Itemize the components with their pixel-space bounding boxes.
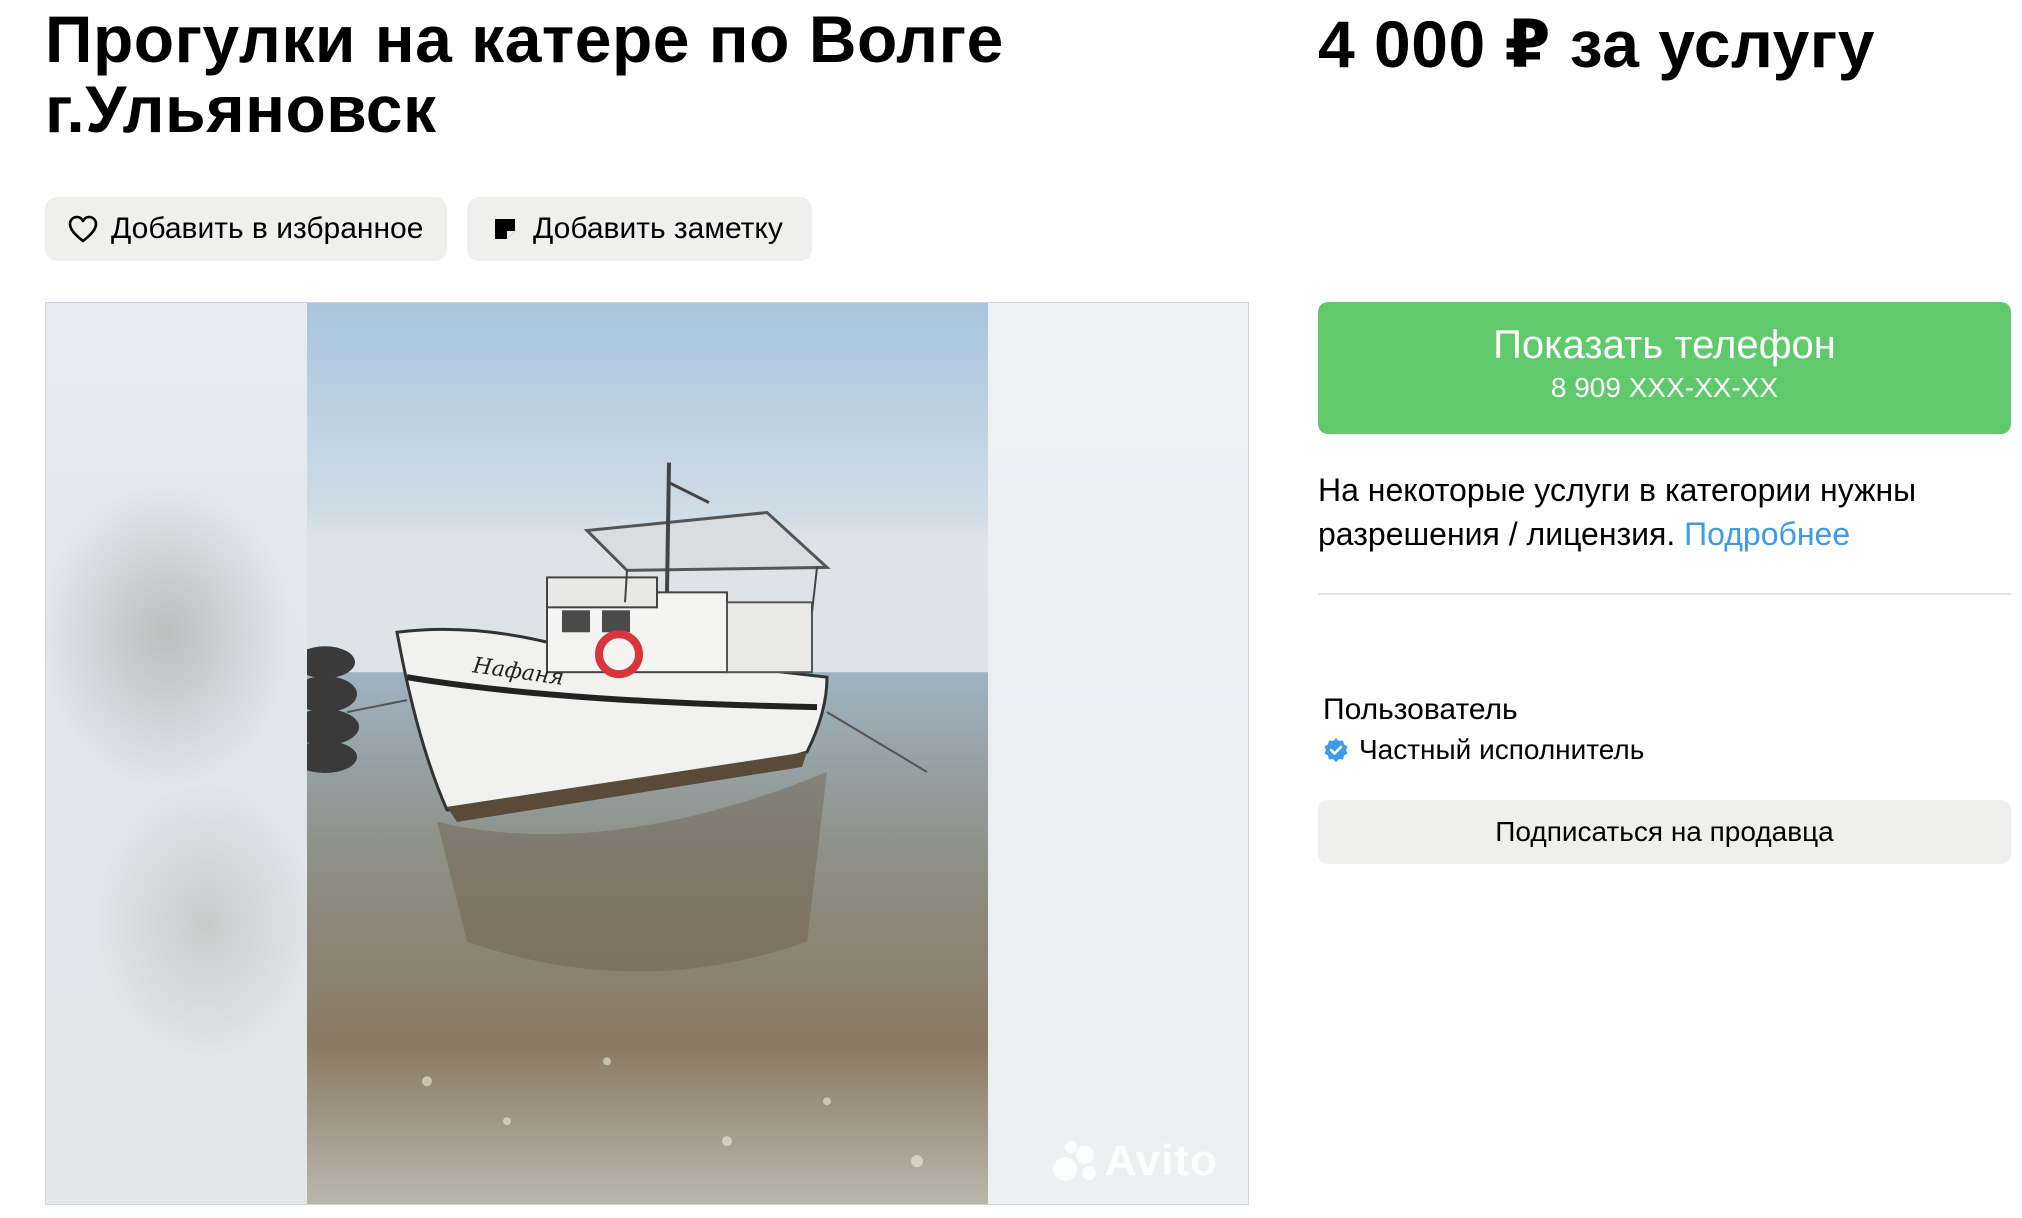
phone-masked: 8 909 XXX-XX-XX xyxy=(1550,372,1779,403)
avito-logo-icon xyxy=(1052,1141,1096,1181)
listing-title: Прогулки на катере по Волге г.Ульяновск xyxy=(45,2,1004,146)
add-note-button[interactable]: Добавить заметку xyxy=(467,197,812,261)
heart-icon xyxy=(67,213,99,245)
divider xyxy=(1318,593,2011,595)
license-notice: На некоторые услуги в категории нужны ра… xyxy=(1318,468,2008,556)
photo-gallery[interactable]: Нафаня Avito xyxy=(45,302,1249,1205)
add-to-favorites-label: Добавить в избранное xyxy=(111,212,424,245)
show-phone-label: Показать телефон xyxy=(1493,323,1836,367)
note-icon xyxy=(489,213,521,245)
gallery-blur-left xyxy=(46,303,308,1204)
avito-watermark: Avito xyxy=(1051,1136,1218,1186)
gallery-blur-right xyxy=(986,303,1248,1204)
boat-photo[interactable]: Нафаня xyxy=(307,303,988,1204)
verified-badge-icon xyxy=(1323,737,1349,763)
license-more-link[interactable]: Подробнее xyxy=(1684,516,1850,552)
add-to-favorites-button[interactable]: Добавить в избранное xyxy=(45,197,447,261)
seller-name[interactable]: Пользователь xyxy=(1323,690,1518,730)
add-note-label: Добавить заметку xyxy=(533,212,783,245)
seller-type-label: Частный исполнитель xyxy=(1359,734,1645,765)
listing-price: 4 000 ₽ за услугу xyxy=(1318,7,1875,81)
subscribe-seller-button[interactable]: Подписаться на продавца xyxy=(1318,800,2011,864)
seller-type: Частный исполнитель xyxy=(1323,730,1644,770)
show-phone-button[interactable]: Показать телефон 8 909 XXX-XX-XX xyxy=(1318,302,2011,434)
